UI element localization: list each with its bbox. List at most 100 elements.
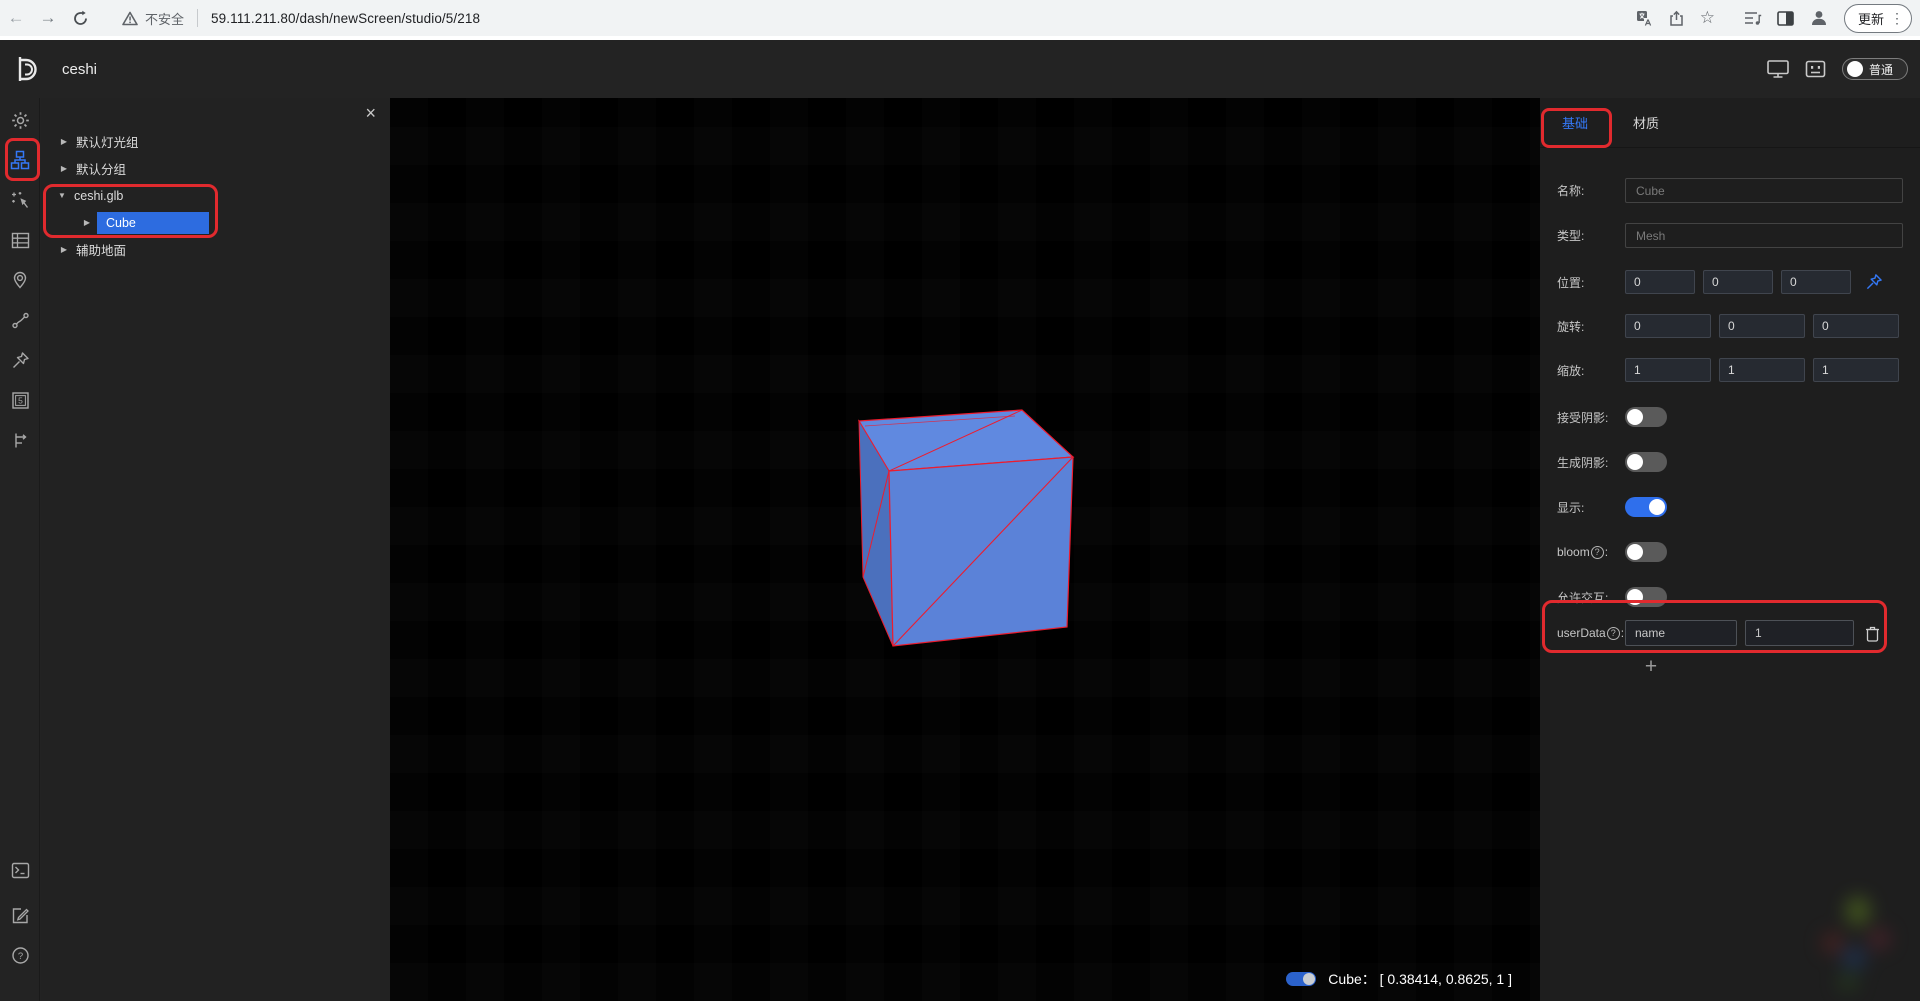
interactive-toggle[interactable] bbox=[1625, 587, 1667, 607]
position-pin-icon[interactable] bbox=[1865, 273, 1883, 291]
translate-icon[interactable] bbox=[1636, 10, 1653, 27]
type-input[interactable] bbox=[1625, 223, 1903, 248]
media-list-icon[interactable] bbox=[1744, 10, 1762, 26]
scale-y-input[interactable] bbox=[1719, 358, 1805, 382]
browser-menu-icon[interactable]: ⋮ bbox=[1890, 13, 1904, 23]
field-row-cast-shadow: 生成阴影: bbox=[1557, 452, 1920, 472]
cube-mesh[interactable] bbox=[855, 408, 1077, 650]
field-row-interactive: 允许交互: bbox=[1557, 587, 1920, 607]
expand-arrow-icon[interactable]: ▶ bbox=[81, 218, 93, 227]
tab-material[interactable]: 材质 bbox=[1633, 113, 1659, 132]
add-userdata-button[interactable]: + bbox=[1641, 657, 1661, 677]
profile-icon[interactable] bbox=[1809, 8, 1829, 28]
terminal-icon[interactable] bbox=[0, 852, 40, 888]
expand-arrow-icon[interactable]: ▶ bbox=[58, 245, 70, 254]
field-label: userData ? : bbox=[1557, 626, 1625, 640]
receive-shadow-toggle[interactable] bbox=[1625, 407, 1667, 427]
layer-list-icon[interactable] bbox=[0, 222, 40, 258]
tree-item-label: ceshi.glb bbox=[74, 189, 123, 203]
visible-toggle[interactable] bbox=[1625, 497, 1667, 517]
share-icon[interactable] bbox=[1668, 10, 1685, 27]
rotation-z-input[interactable] bbox=[1813, 314, 1899, 338]
hierarchy-icon[interactable] bbox=[0, 142, 40, 178]
tab-basic[interactable]: 基础 bbox=[1562, 113, 1588, 132]
field-label: 名称: bbox=[1557, 182, 1625, 199]
toggle-knob bbox=[1649, 499, 1665, 515]
position-x-input[interactable] bbox=[1625, 270, 1695, 294]
bloom-help-icon[interactable]: ? bbox=[1591, 546, 1604, 559]
userdata-colon: : bbox=[1621, 626, 1624, 640]
mode-label: 普通 bbox=[1869, 61, 1893, 78]
magic-select-icon[interactable] bbox=[0, 182, 40, 218]
tree-item-label-selected[interactable]: Cube bbox=[97, 212, 209, 234]
project-title: ceshi bbox=[62, 61, 97, 78]
field-row-type: 类型: bbox=[1557, 223, 1920, 248]
field-row-bloom: bloom ? : bbox=[1557, 542, 1920, 562]
mode-toggle[interactable]: 普通 bbox=[1842, 58, 1908, 80]
field-label: 允许交互: bbox=[1557, 589, 1625, 606]
left-tool-strip: 5 ? bbox=[0, 98, 40, 1001]
pin-icon[interactable] bbox=[0, 342, 40, 378]
url-divider bbox=[197, 9, 198, 27]
tree-item-helper-ground[interactable]: ▶ 辅助地面 bbox=[41, 236, 390, 263]
selection-status-bar: Cube： [ 0.38414, 0.8625, 1 ] bbox=[1286, 969, 1512, 989]
expand-arrow-icon[interactable]: ▶ bbox=[58, 164, 70, 173]
position-z-input[interactable] bbox=[1781, 270, 1851, 294]
screen-face-icon[interactable] bbox=[1805, 59, 1826, 79]
tree-item-ceshi-glb[interactable]: ▼ ceshi.glb bbox=[41, 182, 390, 209]
field-label: 旋转: bbox=[1557, 318, 1625, 335]
tree-item-label: 默认灯光组 bbox=[76, 132, 139, 151]
site-security-chip[interactable]: 不安全 bbox=[122, 9, 184, 28]
field-label: 生成阴影: bbox=[1557, 454, 1625, 471]
browser-toolbar: ← → 不安全 59.111.211.80/dash/newScreen/stu… bbox=[0, 0, 1920, 36]
address-bar-url[interactable]: 59.111.211.80/dash/newScreen/studio/5/21… bbox=[211, 11, 480, 26]
tree-item-default-lights[interactable]: ▶ 默认灯光组 bbox=[41, 128, 390, 155]
status-toggle[interactable] bbox=[1286, 972, 1316, 986]
field-row-visible: 显示: bbox=[1557, 497, 1920, 517]
userdata-key-input[interactable] bbox=[1625, 620, 1737, 646]
side-panel-icon[interactable] bbox=[1777, 11, 1794, 26]
flow-icon[interactable] bbox=[0, 422, 40, 458]
tree-item-label: 辅助地面 bbox=[76, 240, 126, 259]
userdata-help-icon[interactable]: ? bbox=[1607, 627, 1620, 640]
edit-icon[interactable] bbox=[0, 897, 40, 933]
userdata-value-input[interactable] bbox=[1745, 620, 1854, 646]
bookmark-star-icon[interactable]: ☆ bbox=[1700, 8, 1715, 28]
svg-text:5: 5 bbox=[18, 395, 23, 405]
position-y-input[interactable] bbox=[1703, 270, 1773, 294]
viewport-3d[interactable]: Cube： [ 0.38414, 0.8625, 1 ] bbox=[390, 98, 1540, 1001]
field-row-receive-shadow: 接受阴影: bbox=[1557, 407, 1920, 427]
collapse-arrow-icon[interactable]: ▼ bbox=[56, 191, 68, 200]
bloom-colon: : bbox=[1605, 545, 1608, 559]
close-icon[interactable]: × bbox=[365, 104, 376, 122]
expand-arrow-icon[interactable]: ▶ bbox=[58, 137, 70, 146]
browser-forward-button[interactable]: → bbox=[32, 2, 64, 34]
help-icon[interactable]: ? bbox=[0, 937, 40, 973]
settings-icon[interactable] bbox=[0, 102, 40, 138]
page-top-strip bbox=[0, 36, 1920, 40]
toggle-knob bbox=[1627, 409, 1643, 425]
field-row-scale: 缩放: bbox=[1557, 358, 1920, 382]
status-toggle-knob bbox=[1303, 973, 1315, 985]
scale-x-input[interactable] bbox=[1625, 358, 1711, 382]
tree-item-cube[interactable]: ▶ Cube bbox=[41, 209, 390, 236]
name-input[interactable] bbox=[1625, 178, 1903, 203]
scale-z-input[interactable] bbox=[1813, 358, 1899, 382]
monitor-icon[interactable] bbox=[1767, 59, 1789, 79]
reload-icon bbox=[72, 10, 89, 27]
tree-item-default-group[interactable]: ▶ 默认分组 bbox=[41, 155, 390, 182]
cast-shadow-toggle[interactable] bbox=[1625, 452, 1667, 472]
field-label: 缩放: bbox=[1557, 362, 1625, 379]
browser-back-button[interactable]: ← bbox=[0, 2, 32, 34]
field-label: bloom ? : bbox=[1557, 545, 1625, 559]
svg-text:?: ? bbox=[17, 951, 22, 962]
rotation-y-input[interactable] bbox=[1719, 314, 1805, 338]
browser-reload-button[interactable] bbox=[64, 2, 96, 34]
html5-icon[interactable]: 5 bbox=[0, 382, 40, 418]
rotation-x-input[interactable] bbox=[1625, 314, 1711, 338]
route-icon[interactable] bbox=[0, 302, 40, 338]
bloom-toggle[interactable] bbox=[1625, 542, 1667, 562]
location-icon[interactable] bbox=[0, 262, 40, 298]
browser-update-button[interactable]: 更新 ⋮ bbox=[1844, 4, 1912, 33]
delete-userdata-button[interactable] bbox=[1865, 625, 1880, 642]
